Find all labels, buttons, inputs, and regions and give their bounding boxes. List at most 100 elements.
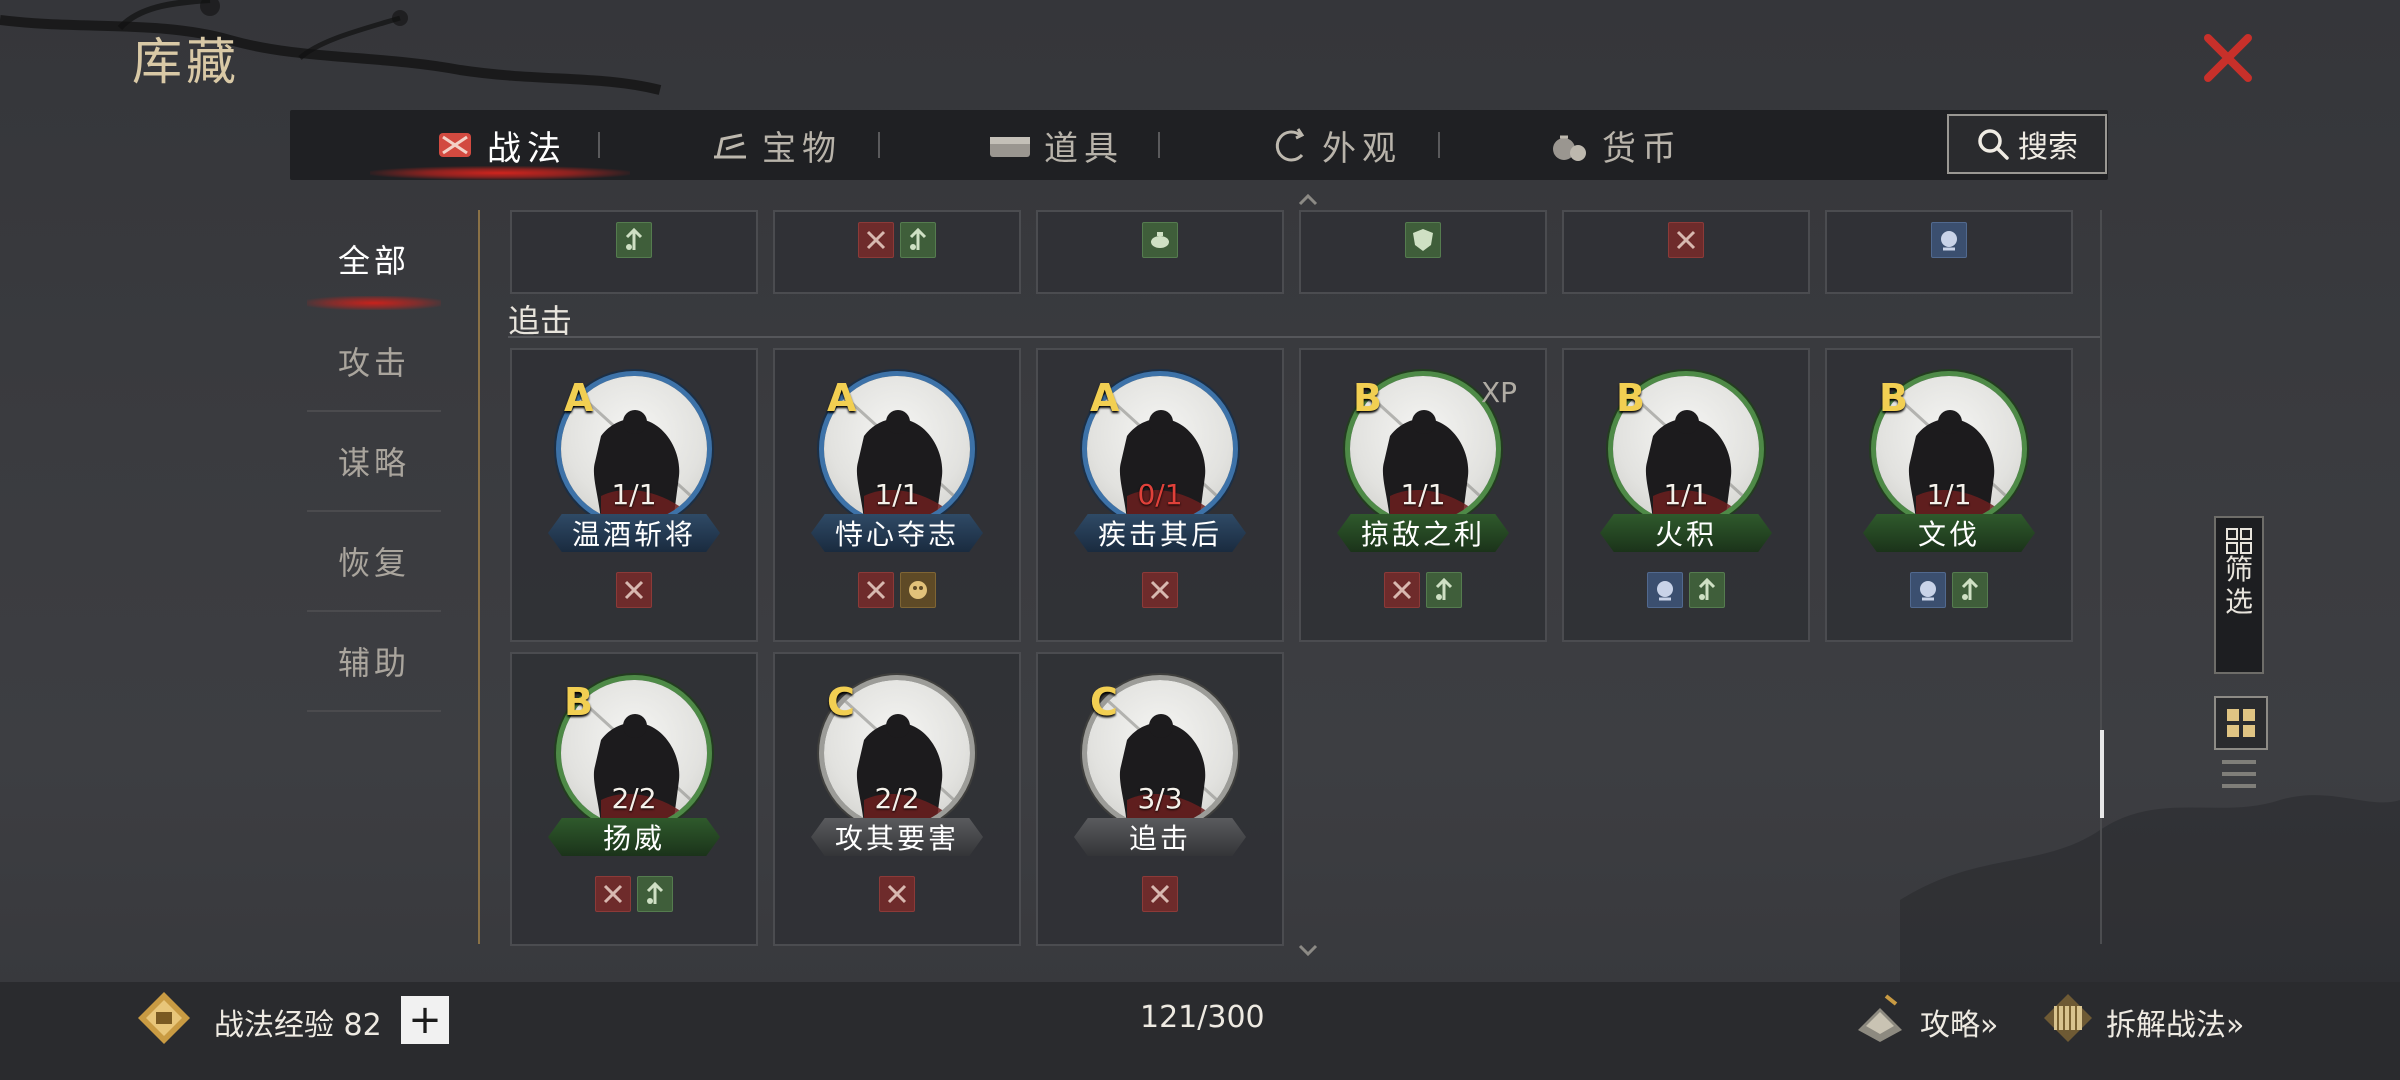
- category-attack[interactable]: 攻击: [307, 312, 441, 412]
- tab-tactics[interactable]: 战法: [400, 110, 600, 180]
- tactic-count: 2/2: [611, 782, 657, 815]
- tactic-grade: B: [564, 680, 593, 724]
- tab-items[interactable]: 道具: [955, 110, 1155, 180]
- cross-swords-icon: [1384, 572, 1420, 608]
- tactic-card[interactable]: A 0/1 疾击其后: [1036, 348, 1284, 642]
- disassemble-tactics-link[interactable]: 拆解战法»: [2106, 1000, 2244, 1044]
- treasure-icon: [714, 133, 746, 159]
- guide-link[interactable]: 攻略»: [1920, 1000, 1998, 1044]
- search-label: 搜索: [2018, 130, 2078, 165]
- mountain-mist-decoration: [1900, 795, 2400, 1000]
- tactic-name: 扬威: [548, 818, 720, 856]
- buff-up-icon: [900, 222, 936, 258]
- tactic-exp-icon: [138, 992, 190, 1044]
- tactic-card-partial[interactable]: [1299, 210, 1547, 294]
- buff-up-icon: [1689, 572, 1725, 608]
- category-recovery[interactable]: 恢复: [307, 512, 441, 612]
- category-all[interactable]: 全部: [307, 210, 441, 308]
- search-button[interactable]: 搜索: [1947, 114, 2107, 174]
- tactic-grade: B: [1353, 376, 1382, 420]
- grid-view-icon[interactable]: [2214, 696, 2268, 750]
- palm-icon: [1647, 572, 1683, 608]
- scroll-bundle-icon: [439, 133, 471, 157]
- tactic-card-partial[interactable]: [773, 210, 1021, 294]
- tactic-card[interactable]: A 1/1 温酒斩将: [510, 348, 758, 642]
- tactic-card[interactable]: B 1/1 火积: [1562, 348, 1810, 642]
- close-icon[interactable]: [2200, 30, 2256, 86]
- tactic-grade: C: [827, 680, 855, 724]
- window-title: 库藏: [132, 33, 240, 91]
- tactic-count: 1/1: [1400, 478, 1446, 511]
- grid-right-border: [2100, 210, 2102, 944]
- tactic-card[interactable]: A 1/1 恃心夺志: [773, 348, 1021, 642]
- add-exp-button[interactable]: +: [401, 996, 449, 1044]
- tag-row: [775, 572, 1019, 608]
- tag-row: [1301, 222, 1545, 258]
- tactic-name: 追击: [1074, 818, 1246, 856]
- tab-label: 战法: [487, 128, 567, 169]
- tag-row: [512, 572, 756, 608]
- tactic-name: 恃心夺志: [811, 514, 983, 552]
- tab-currency[interactable]: 货币: [1515, 110, 1715, 180]
- tactic-card-partial[interactable]: [1036, 210, 1284, 294]
- tactic-card[interactable]: C 2/2 攻其要害: [773, 652, 1021, 946]
- tactic-card-partial[interactable]: [1562, 210, 1810, 294]
- cross-swords-icon: [1142, 572, 1178, 608]
- filter-button[interactable]: 筛 选: [2214, 516, 2264, 674]
- tactic-grade: A: [1090, 376, 1120, 420]
- buff-up-icon: [1952, 572, 1988, 608]
- tab-bar: 战法 宝物 道具 外观 货币 搜索: [290, 110, 2108, 180]
- tactic-name: 掠敌之利: [1337, 514, 1509, 552]
- search-icon: [1978, 129, 2009, 160]
- palm-icon: [1931, 222, 1967, 258]
- guide-book-icon: [1858, 994, 1902, 1042]
- tactic-card[interactable]: B XP 1/1 掠敌之利: [1299, 348, 1547, 642]
- cross-swords-icon: [616, 572, 652, 608]
- category-support[interactable]: 辅助: [307, 612, 441, 712]
- tactic-card-partial[interactable]: [510, 210, 758, 294]
- tactic-card-partial[interactable]: [1825, 210, 2073, 294]
- tactic-name: 攻其要害: [811, 818, 983, 856]
- tab-treasure[interactable]: 宝物: [675, 110, 875, 180]
- tag-row: [1038, 572, 1282, 608]
- cross-swords-icon: [1142, 876, 1178, 912]
- category-label: 恢复: [337, 544, 410, 582]
- tactic-count: 1/1: [1926, 478, 1972, 511]
- tab-label: 外观: [1322, 128, 1402, 169]
- mask-icon: [900, 572, 936, 608]
- tactic-grade: A: [827, 376, 857, 420]
- cross-swords-icon: [858, 222, 894, 258]
- tab-label: 货币: [1602, 128, 1682, 169]
- tab-appearance[interactable]: 外观: [1235, 110, 1435, 180]
- tactic-name: 温酒斩将: [548, 514, 720, 552]
- tactic-count: 3/3: [1137, 782, 1183, 815]
- tag-row: [1038, 876, 1282, 912]
- chest-icon: [990, 137, 1030, 157]
- scroll-up-icon: [1298, 194, 1318, 206]
- tactic-name: 文伐: [1863, 514, 2035, 552]
- tactic-count: 1/1: [874, 478, 920, 511]
- tag-row: [1301, 572, 1545, 608]
- tactic-card[interactable]: B 2/2 扬威: [510, 652, 758, 946]
- category-strategy[interactable]: 谋略: [307, 412, 441, 512]
- scrollbar-thumb[interactable]: [2100, 730, 2104, 818]
- tab-separator: [598, 132, 600, 158]
- tab-separator: [878, 132, 880, 158]
- list-view-icon[interactable]: [2218, 756, 2260, 792]
- tactic-card[interactable]: B 1/1 文伐: [1825, 348, 2073, 642]
- appearance-icon: [1275, 128, 1305, 162]
- tab-label: 宝物: [762, 128, 842, 169]
- tactic-count: 1/1: [1663, 478, 1709, 511]
- cross-swords-icon: [879, 876, 915, 912]
- filter-label: 选: [2224, 585, 2253, 618]
- grid-icon: [2226, 528, 2252, 554]
- tactic-grade: B: [1879, 376, 1908, 420]
- tactic-card[interactable]: C 3/3 追击: [1036, 652, 1284, 946]
- tab-separator: [1438, 132, 1440, 158]
- tag-row: [1827, 572, 2071, 608]
- tag-row: [512, 222, 756, 258]
- category-label: 攻击: [337, 344, 410, 382]
- tactic-name: 疾击其后: [1074, 514, 1246, 552]
- disassemble-scroll-icon: [2044, 994, 2092, 1042]
- category-label: 谋略: [337, 444, 410, 482]
